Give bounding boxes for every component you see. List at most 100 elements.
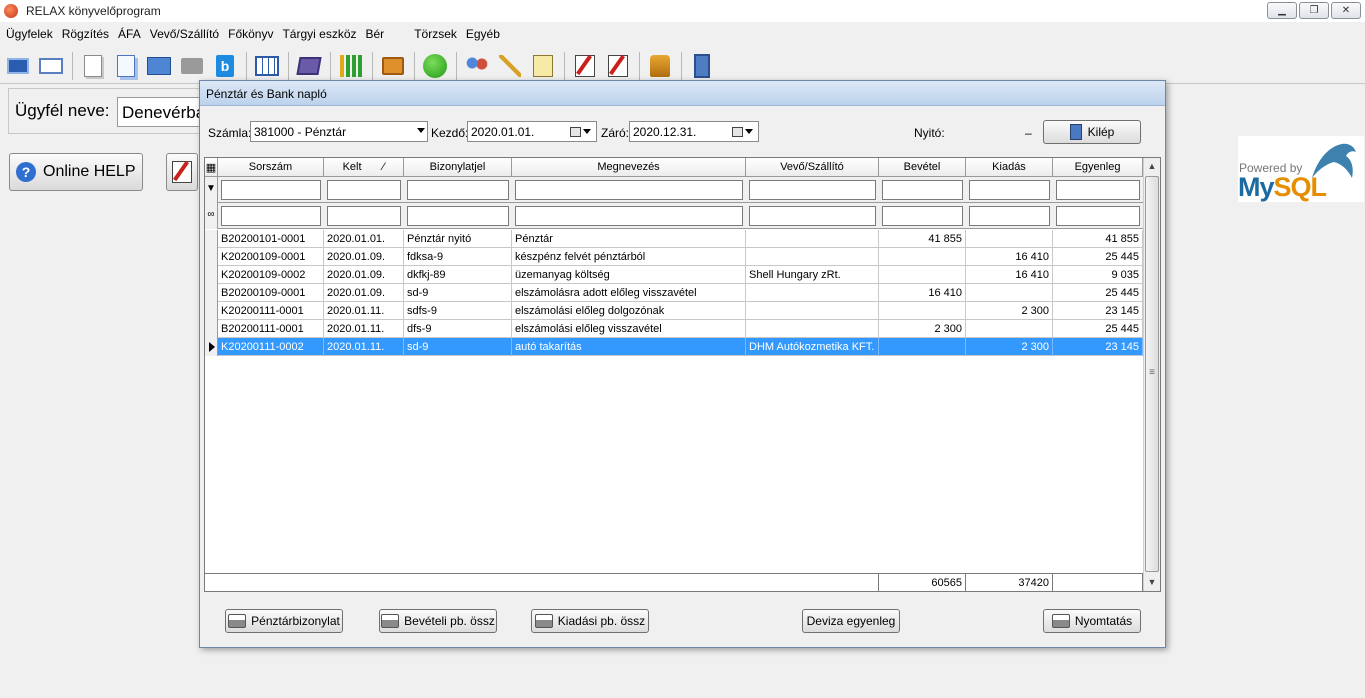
menu-vevo-szallito[interactable]: Vevő/Szállító <box>150 27 219 41</box>
cell-bevetel[interactable]: 2 300 <box>879 320 966 338</box>
ledger-icon[interactable] <box>379 52 407 80</box>
cell-vevo-szallito[interactable] <box>746 302 879 320</box>
cell-sorszam[interactable]: K20200109-0002 <box>218 266 324 284</box>
column-header-megnevezes[interactable]: Megnevezés <box>512 158 746 177</box>
start-date-picker[interactable]: 2020.01.01. <box>467 121 597 142</box>
exit-door-icon[interactable] <box>688 52 716 80</box>
menu-afa[interactable]: ÁFA <box>118 27 141 41</box>
cell-bevetel[interactable] <box>879 266 966 284</box>
cell-vevo-szallito[interactable] <box>746 320 879 338</box>
cell-kelt[interactable]: 2020.01.11. <box>324 302 404 320</box>
cell-bizonylatjel[interactable]: dkfkj-89 <box>404 266 512 284</box>
cell-kiadas[interactable]: 16 410 <box>966 266 1053 284</box>
column-header-bevetel[interactable]: Bevétel <box>879 158 966 177</box>
row-indicator[interactable] <box>205 266 218 284</box>
people-icon[interactable] <box>463 52 491 80</box>
restore-button[interactable]: ❐ <box>1299 2 1329 19</box>
cell-sorszam[interactable]: K20200111-0001 <box>218 302 324 320</box>
print-button[interactable]: Nyomtatás <box>1043 609 1141 633</box>
search-vevo-input[interactable] <box>749 206 876 226</box>
cell-kelt[interactable]: 2020.01.09. <box>324 266 404 284</box>
cell-vevo-szallito[interactable] <box>746 230 879 248</box>
search-egyenleg-input[interactable] <box>1056 206 1140 226</box>
edit-pen-icon-2[interactable] <box>604 52 632 80</box>
cell-vevo-szallito[interactable] <box>746 248 879 266</box>
grid-icon[interactable] <box>253 52 281 80</box>
cell-egyenleg[interactable]: 23 145 <box>1053 338 1143 356</box>
cell-kiadas[interactable] <box>966 284 1053 302</box>
exit-button[interactable]: Kilép <box>1043 120 1141 144</box>
menu-targyi-eszkoz[interactable]: Tárgyi eszköz <box>282 27 356 41</box>
filter-kelt-input[interactable] <box>327 180 401 200</box>
edit-pen-icon[interactable] <box>571 52 599 80</box>
menu-fokonyv[interactable]: Főkönyv <box>228 27 273 41</box>
cell-sorszam[interactable]: B20200111-0001 <box>218 320 324 338</box>
row-indicator[interactable] <box>205 284 218 302</box>
table-row[interactable]: K20200109-0002 2020.01.09. dkfkj-89 üzemany… <box>205 266 1143 284</box>
cell-vevo-szallito[interactable]: Shell Hungary zRt. <box>746 266 879 284</box>
cell-megnevezes[interactable]: autó takarítás <box>512 338 746 356</box>
table-row[interactable]: K20200111-0001 2020.01.11. sdfs-9 elszámolá… <box>205 302 1143 320</box>
online-help-button[interactable]: ? Online HELP <box>9 153 143 191</box>
search-kelt-input[interactable] <box>327 206 401 226</box>
cell-vevo-szallito[interactable]: DHM Autókozmetika KFT. <box>746 338 879 356</box>
table-icon[interactable] <box>145 52 173 80</box>
cell-kiadas[interactable] <box>966 320 1053 338</box>
cell-kelt[interactable]: 2020.01.11. <box>324 338 404 356</box>
smiley-icon[interactable] <box>421 52 449 80</box>
income-summary-button[interactable]: Bevételi pb. össz <box>379 609 497 633</box>
calendar-dropdown[interactable] <box>570 124 594 139</box>
cell-egyenleg[interactable]: 25 445 <box>1053 320 1143 338</box>
cell-sorszam[interactable]: B20200101-0001 <box>218 230 324 248</box>
edit-tool-button[interactable] <box>166 153 198 191</box>
currency-balance-button[interactable]: Deviza egyenleg <box>802 609 900 633</box>
scroll-up-icon[interactable]: ▲ <box>1144 158 1160 175</box>
row-indicator[interactable] <box>205 320 218 338</box>
column-header-kelt[interactable]: Kelt ⁄ <box>324 158 404 177</box>
documents-icon[interactable] <box>112 52 140 80</box>
row-indicator[interactable] <box>205 338 218 356</box>
note-pen-icon[interactable] <box>529 52 557 80</box>
filter-egyenleg-input[interactable] <box>1056 180 1140 200</box>
cell-kiadas[interactable]: 16 410 <box>966 248 1053 266</box>
cell-sorszam[interactable]: B20200109-0001 <box>218 284 324 302</box>
scroll-down-icon[interactable]: ▼ <box>1144 574 1160 591</box>
scroll-thumb[interactable]: ≡ <box>1145 176 1159 572</box>
menu-ber[interactable]: Bér <box>366 27 385 41</box>
envelope-icon[interactable] <box>37 52 65 80</box>
menu-torzsek[interactable]: Törzsek <box>414 27 457 41</box>
column-header-kiadas[interactable]: Kiadás <box>966 158 1053 177</box>
account-select[interactable]: 381000 - Pénztár <box>250 121 428 142</box>
minimize-button[interactable]: ▁ <box>1267 2 1297 19</box>
book-icon[interactable] <box>295 52 323 80</box>
cell-sorszam[interactable]: K20200109-0001 <box>218 248 324 266</box>
cell-kelt[interactable]: 2020.01.09. <box>324 248 404 266</box>
cell-kelt[interactable]: 2020.01.01. <box>324 230 404 248</box>
cell-megnevezes[interactable]: készpénz felvét pénztárból <box>512 248 746 266</box>
table-row[interactable]: B20200109-0001 2020.01.09. sd-9 elszámolásr… <box>205 284 1143 302</box>
joystick-icon[interactable] <box>646 52 674 80</box>
filter-vevo-input[interactable] <box>749 180 876 200</box>
row-indicator[interactable] <box>205 302 218 320</box>
cell-bevetel[interactable] <box>879 338 966 356</box>
search-megnevezes-input[interactable] <box>515 206 743 226</box>
cell-bevetel[interactable]: 41 855 <box>879 230 966 248</box>
cell-kelt[interactable]: 2020.01.09. <box>324 284 404 302</box>
cell-egyenleg[interactable]: 23 145 <box>1053 302 1143 320</box>
expense-summary-button[interactable]: Kiadási pb. össz <box>531 609 649 633</box>
vertical-scrollbar[interactable]: ▲ ≡ ▼ <box>1143 158 1160 591</box>
filter-sorszam-input[interactable] <box>221 180 321 200</box>
search-bizonylatjel-input[interactable] <box>407 206 509 226</box>
cell-bevetel[interactable]: 16 410 <box>879 284 966 302</box>
cell-bizonylatjel[interactable]: sd-9 <box>404 284 512 302</box>
cell-kiadas[interactable] <box>966 230 1053 248</box>
cell-sorszam[interactable]: K20200111-0002 <box>218 338 324 356</box>
search-sorszam-input[interactable] <box>221 206 321 226</box>
bar-chart-icon[interactable] <box>337 52 365 80</box>
cell-egyenleg[interactable]: 9 035 <box>1053 266 1143 284</box>
cell-vevo-szallito[interactable] <box>746 284 879 302</box>
column-header-sorszam[interactable]: Sorszám <box>218 158 324 177</box>
cell-bizonylatjel[interactable]: sdfs-9 <box>404 302 512 320</box>
cell-bizonylatjel[interactable]: Pénztár nyitó <box>404 230 512 248</box>
cell-kiadas[interactable]: 2 300 <box>966 302 1053 320</box>
